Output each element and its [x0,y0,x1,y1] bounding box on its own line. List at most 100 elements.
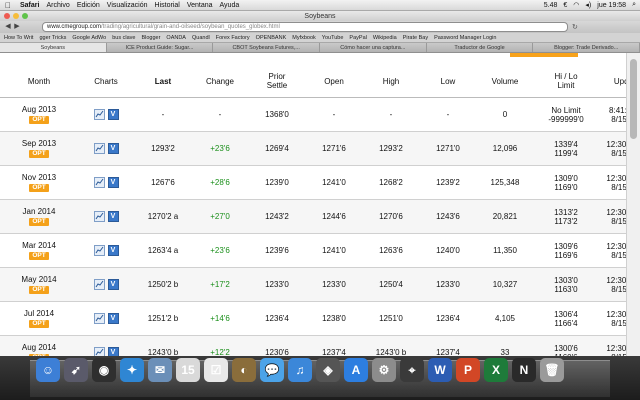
apple-menu-icon[interactable]:  [3,1,13,10]
bookmark-item[interactable]: Pirate Bay [403,35,428,41]
contract-month[interactable]: Sep 2013 [1,139,77,148]
options-button[interactable]: OPT [29,218,49,226]
reminders-icon[interactable]: ☑ [204,358,228,382]
options-button[interactable]: OPT [29,320,49,328]
bookmark-item[interactable]: How To Writ [4,35,33,41]
line-chart-icon[interactable] [93,142,105,154]
contract-month[interactable]: Nov 2013 [1,173,77,182]
bookmark-item[interactable]: bus clave [112,35,135,41]
volume-chart-icon[interactable]: V [107,278,119,290]
tab-blogger[interactable]: Blogger: Trade Derivado... [533,43,640,52]
contract-month[interactable]: Jul 2014 [1,309,77,318]
high-price: 1243'0 b [362,335,420,356]
line-chart-icon[interactable] [93,244,105,256]
spotlight-icon[interactable]: ⌕ [632,1,636,9]
trash-icon[interactable]: 🗑 [540,358,564,382]
volume-icon[interactable]: ◂) [585,1,591,9]
mail-icon[interactable]: ✉ [148,358,172,382]
line-chart-icon[interactable] [93,346,105,356]
options-button[interactable]: OPT [29,286,49,294]
contract-month[interactable]: Jan 2014 [1,207,77,216]
volume-chart-icon[interactable]: V [107,346,119,356]
volume-chart-icon[interactable]: V [107,176,119,188]
options-button[interactable]: OPT [29,184,49,192]
settings-icon[interactable]: ⚙ [372,358,396,382]
lo-limit: 1166'4 [554,318,578,328]
menu-ventana[interactable]: Ventana [187,2,213,9]
bookmark-item[interactable]: OANDA [166,35,186,41]
powerpoint-icon[interactable]: P [456,358,480,382]
reload-button[interactable]: ↻ [572,23,578,31]
menu-archivo[interactable]: Archivo [46,2,69,9]
dashboard-icon[interactable]: ◉ [92,358,116,382]
word-icon[interactable]: W [428,358,452,382]
rocket-icon[interactable]: ➹ [64,358,88,382]
contract-month[interactable]: Aug 2014 [1,343,77,352]
options-button[interactable]: OPT [29,150,49,158]
safari-icon[interactable]: ✦ [120,358,144,382]
volume-chart-icon[interactable]: V [107,312,119,324]
contract-month[interactable]: May 2014 [1,275,77,284]
hi-limit: 1300'6 [554,343,578,353]
vertical-scrollbar[interactable] [626,53,640,356]
line-chart-icon[interactable] [93,210,105,222]
bookmark-item[interactable]: Wikipedia [373,35,397,41]
tab-captura[interactable]: Cómo hacer una captura... [320,43,427,52]
currency-status[interactable]: € [563,2,567,9]
scrollbar-thumb[interactable] [630,59,637,139]
options-button[interactable]: OPT [29,116,49,124]
wifi-icon[interactable]: ◠ [573,1,579,9]
tab-bar: Soybeans ICE Product Guide: Sugar... CBO… [0,43,640,53]
bookmark-item[interactable]: Quandl [192,35,210,41]
bookmark-item[interactable]: gger Tricks [39,35,66,41]
volume-chart-icon[interactable]: V [107,210,119,222]
bookmark-item[interactable]: Myfxbook [292,35,316,41]
metatrader-icon[interactable]: N [512,358,536,382]
contract-month[interactable]: Aug 2013 [1,105,77,114]
tab-soybeans[interactable]: Soybeans [0,43,107,52]
tab-cbot-soybeans[interactable]: CBOT Soybeans Futures,... [213,43,321,52]
line-chart-icon[interactable] [93,312,105,324]
battery-status[interactable]: 5.48 [544,2,558,9]
menu-historial[interactable]: Historial [155,2,180,9]
contract-month[interactable]: Mar 2014 [1,241,77,250]
forward-button[interactable]: ▶ [13,23,21,31]
close-window-icon[interactable] [4,13,10,19]
zoom-window-icon[interactable] [22,13,28,19]
line-chart-icon[interactable] [93,176,105,188]
tab-traductor[interactable]: Traductor de Google [426,43,534,52]
messages-icon[interactable]: 💬 [260,358,284,382]
back-button[interactable]: ◀ [4,23,12,31]
photos-icon[interactable]: ◈ [316,358,340,382]
menu-ayuda[interactable]: Ayuda [220,2,240,9]
menu-bar:  Safari Archivo Edición Visualización H… [0,0,640,11]
lo-limit: 1199'4 [554,148,578,158]
menu-visualizacion[interactable]: Visualización [107,2,148,9]
line-chart-icon[interactable] [93,278,105,290]
volume-chart-icon[interactable]: V [107,142,119,154]
bookmark-item[interactable]: Password Manager Login [434,35,496,41]
excel-icon[interactable]: X [484,358,508,382]
line-chart-icon[interactable] [93,108,105,120]
tab-ice-product-guide[interactable]: ICE Product Guide: Sugar... [106,43,214,52]
volume-chart-icon[interactable]: V [107,108,119,120]
minimize-window-icon[interactable] [13,13,19,19]
calendar-icon[interactable]: 15 [176,358,200,382]
bookmark-item[interactable]: YouTube [322,35,344,41]
bookmark-item[interactable]: PayPal [349,35,366,41]
maps-icon[interactable]: ⌖ [400,358,424,382]
clock[interactable]: jue 19:58 [597,2,626,9]
volume-chart-icon[interactable]: V [107,244,119,256]
bookmark-item[interactable]: Forex Factory [216,35,250,41]
itunes-icon[interactable]: ♫ [288,358,312,382]
finder-icon[interactable]: ☺ [36,358,60,382]
bookmark-item[interactable]: Google AdWo [72,35,106,41]
contacts-icon[interactable]: ◐ [232,358,256,382]
options-button[interactable]: OPT [29,252,49,260]
appstore-icon[interactable]: A [344,358,368,382]
menu-safari[interactable]: Safari [20,2,39,9]
bookmark-item[interactable]: Blogger [141,35,160,41]
menu-edicion[interactable]: Edición [77,2,100,9]
bookmark-item[interactable]: OPENBANK [256,35,287,41]
address-bar[interactable]: www.cmegroup.com/trading/agricultural/gr… [42,22,568,32]
